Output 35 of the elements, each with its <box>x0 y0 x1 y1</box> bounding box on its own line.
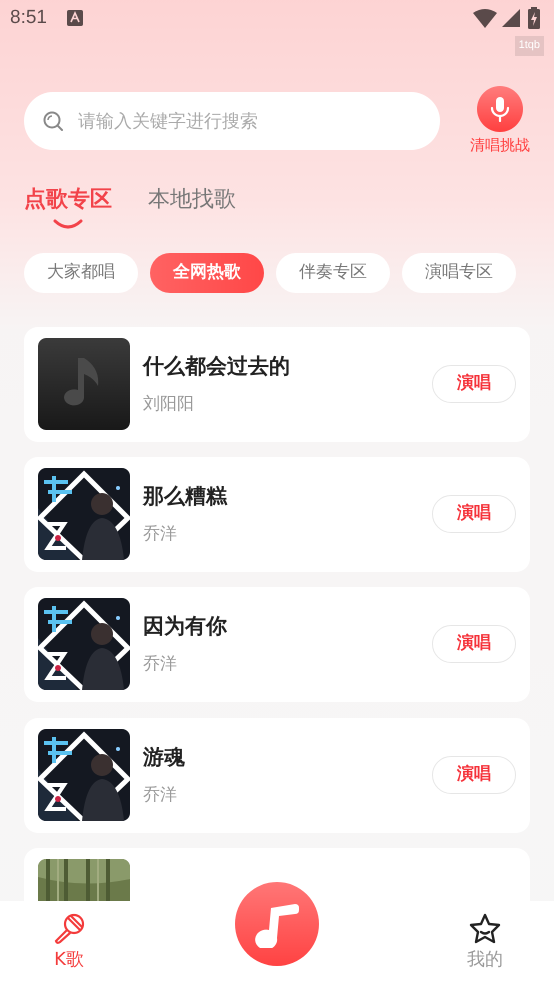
sing-button[interactable]: 演唱 <box>432 365 516 403</box>
status-time: 8:51 <box>10 6 47 30</box>
song-artist: 刘阳阳 <box>143 393 195 416</box>
signal-icon <box>502 9 520 27</box>
category-chip[interactable]: 伴奏专区 <box>276 252 390 292</box>
search-field[interactable]: 请输入关键字进行搜索 <box>24 92 440 150</box>
song-title: 因为有你 <box>143 612 228 640</box>
tab-indicator-icon <box>53 218 83 229</box>
wifi-icon <box>473 8 497 28</box>
song-artist: 乔洋 <box>143 523 178 546</box>
microphone-icon <box>490 96 510 122</box>
nav-tab[interactable]: 我的 <box>440 912 530 973</box>
song-artist: 乔洋 <box>143 653 178 676</box>
microphone-button[interactable] <box>477 86 523 132</box>
sing-button[interactable]: 演唱 <box>432 495 516 533</box>
category-chip[interactable]: 大家都唱 <box>24 252 138 292</box>
search-icon <box>42 110 64 132</box>
tab[interactable]: 点歌专区 <box>24 186 112 213</box>
star-icon <box>468 912 502 946</box>
song-title: 那么糟糕 <box>143 482 228 510</box>
tab[interactable]: 本地找歌 <box>148 186 236 213</box>
microphone-label: 清唱挑战 <box>470 135 530 156</box>
tag-label: 1tqb <box>514 36 544 56</box>
category-chip[interactable]: 演唱专区 <box>402 252 516 292</box>
sing-button[interactable]: 演唱 <box>432 756 516 794</box>
song-title: 游魂 <box>143 744 186 770</box>
microphone-icon <box>52 912 86 946</box>
sing-button[interactable]: 演唱 <box>432 625 516 663</box>
song-title: 什么都会过去的 <box>143 352 291 380</box>
battery-icon <box>528 7 540 29</box>
notification-icon <box>66 10 83 26</box>
nav-tab[interactable]: K歌 <box>24 912 114 973</box>
category-chip[interactable]: 全网热歌 <box>150 252 264 292</box>
song-artist: 乔洋 <box>143 784 178 807</box>
music-note-icon <box>38 338 130 430</box>
